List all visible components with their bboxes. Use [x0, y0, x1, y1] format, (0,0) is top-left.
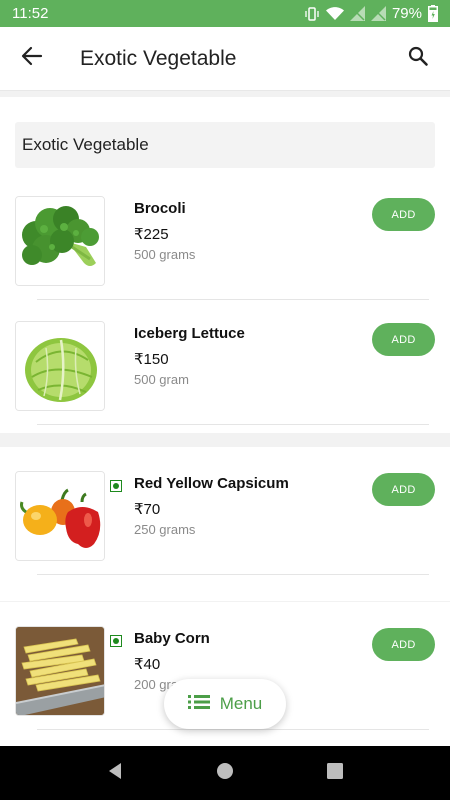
signal-icon: [349, 6, 365, 21]
list-icon: [187, 694, 210, 715]
veg-indicator-icon: [110, 635, 122, 647]
item-quantity: 500 gram: [134, 372, 189, 387]
veg-indicator-icon: [110, 480, 122, 492]
add-button[interactable]: ADD: [372, 628, 435, 661]
divider: [37, 729, 429, 730]
add-button[interactable]: ADD: [372, 473, 435, 506]
signal-2-icon: [370, 6, 386, 21]
status-bar: 11:52 79%: [0, 0, 450, 27]
broccoli-image: [15, 196, 105, 286]
battery-percentage: 79%: [391, 5, 422, 22]
vibrate-icon: [304, 6, 320, 22]
item-price: ₹150: [134, 351, 169, 368]
arrow-back-icon: [21, 45, 43, 72]
product-list: Exotic Vegetable Brocoli ₹225 500 grams …: [0, 91, 450, 746]
item-price: ₹40: [134, 656, 161, 673]
add-button[interactable]: ADD: [372, 323, 435, 356]
item-quantity: 500 grams: [134, 247, 196, 262]
menu-label: Menu: [219, 694, 263, 713]
nav-home-icon[interactable]: [216, 762, 234, 785]
menu-button[interactable]: Menu: [164, 679, 286, 729]
back-button[interactable]: [0, 27, 64, 91]
item-quantity: 250 grams: [134, 522, 196, 537]
baby-corn-image: [15, 626, 105, 716]
status-time: 11:52: [12, 5, 49, 22]
nav-recents-icon[interactable]: [326, 762, 344, 785]
system-nav-bar: [0, 746, 450, 800]
battery-icon: [428, 5, 438, 22]
divider: [37, 574, 429, 575]
item-name: Baby Corn: [134, 630, 210, 647]
nav-back-icon[interactable]: [106, 762, 124, 785]
item-price: ₹225: [134, 226, 169, 243]
category-card: Red Yellow Capsicum ₹70 250 grams ADD: [0, 447, 450, 601]
list-item[interactable]: Brocoli ₹225 500 grams ADD: [0, 192, 450, 312]
item-price: ₹70: [134, 501, 161, 518]
divider: [37, 424, 429, 425]
search-button[interactable]: [386, 27, 450, 91]
list-item[interactable]: Red Yellow Capsicum ₹70 250 grams ADD: [0, 467, 450, 587]
category-card: Exotic Vegetable Brocoli ₹225 500 grams …: [0, 97, 450, 433]
status-icons: 79%: [304, 5, 438, 22]
lettuce-image: [15, 321, 105, 411]
capsicum-image: [15, 471, 105, 561]
add-button[interactable]: ADD: [372, 198, 435, 231]
item-name: Red Yellow Capsicum: [134, 475, 289, 492]
item-name: Brocoli: [134, 200, 186, 217]
divider: [37, 299, 429, 300]
list-item[interactable]: Iceberg Lettuce ₹150 500 gram ADD: [0, 317, 450, 437]
search-icon: [407, 45, 429, 72]
page-title: Exotic Vegetable: [80, 46, 237, 70]
app-bar: Exotic Vegetable: [0, 27, 450, 91]
item-name: Iceberg Lettuce: [134, 325, 245, 342]
section-title: Exotic Vegetable: [15, 122, 435, 168]
wifi-icon: [325, 6, 344, 21]
